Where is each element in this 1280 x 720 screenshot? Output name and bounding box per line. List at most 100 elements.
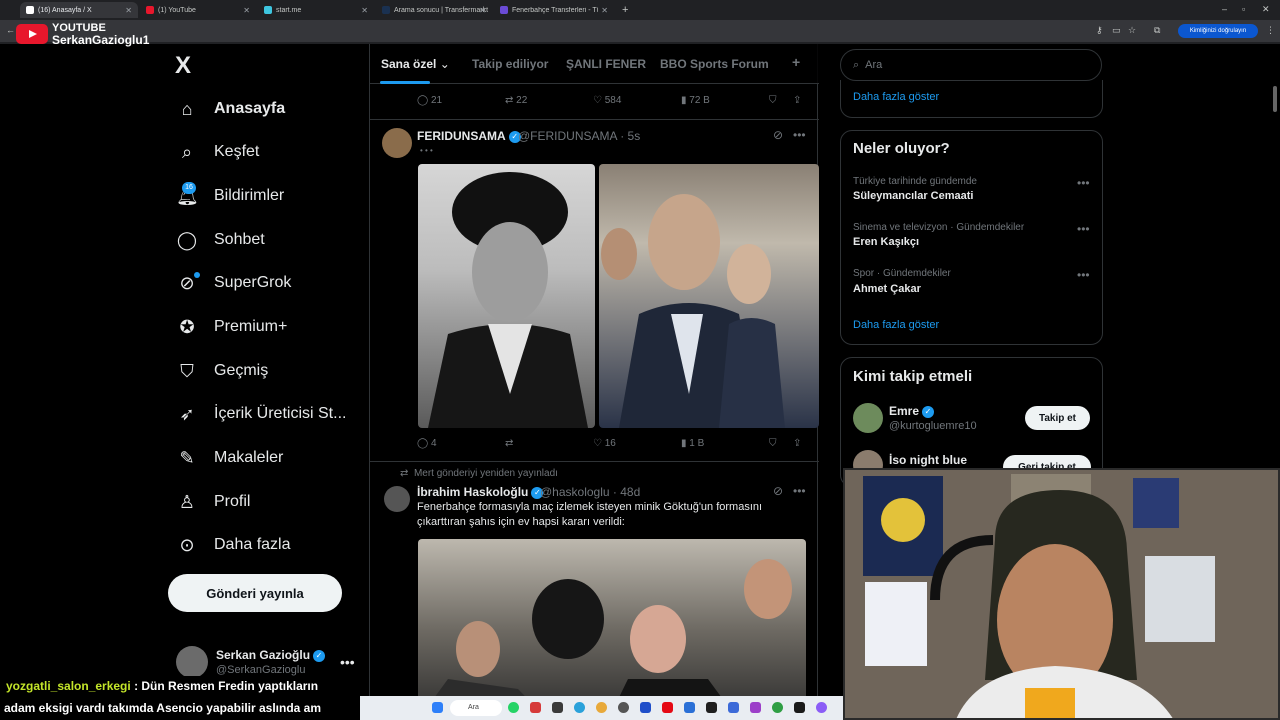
add-tab-button[interactable]: + [792,54,800,70]
close-icon[interactable]: ✕ [601,6,608,15]
sidebar-item-explore[interactable]: ⌕ Keşfet [176,137,259,167]
close-icon[interactable]: ✕ [361,6,368,15]
app-icon[interactable] [750,702,761,713]
more-icon[interactable]: ••• [793,128,806,142]
sidebar-item-supergrok[interactable]: ⊘ SuperGrok [176,268,291,298]
trend-name[interactable]: Süleymancılar Cemaati [853,190,973,202]
app-icon[interactable] [618,702,629,713]
new-tab-button[interactable]: + [616,2,630,18]
avatar[interactable] [384,486,410,512]
post-image[interactable] [599,164,819,428]
search-input[interactable]: ⌕ Ara [840,49,1102,81]
minimize-icon[interactable]: – [1222,4,1227,14]
share-icon[interactable]: ⇪ [793,95,801,106]
post-author-handle[interactable]: @haskologlu · 48d [540,485,640,499]
more-icon[interactable]: ••• [793,484,806,498]
post-author-name[interactable]: İbrahim Haskoloğlu ✓ [417,485,544,499]
trend-name[interactable]: Ahmet Çakar [853,283,921,295]
chrome-icon[interactable] [772,702,783,713]
post-author-name[interactable]: FERIDUNSAMA ✓ [417,129,521,143]
post-button[interactable]: Gönderi yayınla [168,574,342,612]
close-icon[interactable]: ✕ [125,6,132,15]
maximize-icon[interactable]: ▫ [1242,4,1245,14]
x-logo-icon[interactable]: X [175,52,191,80]
key-icon[interactable]: ⚷ [1096,25,1103,36]
transfermarkt-favicon-icon [382,6,390,14]
menu-icon[interactable]: ⋮ [1266,25,1275,36]
follow-button[interactable]: Takip et [1025,406,1090,430]
reply-button[interactable]: ◯ 21 [417,95,442,106]
more-icon[interactable]: ••• [1077,268,1090,282]
grok-icon[interactable]: ⊘ [773,484,783,498]
cast-icon[interactable]: ▭ [1112,25,1121,36]
back-icon[interactable]: ← [6,25,15,35]
browser-tab-x[interactable]: (16) Anasayfa / X ✕ [20,2,138,18]
tab-sanli-fener[interactable]: ŞANLI FENER [566,57,646,71]
follow-user-name[interactable]: Emre ✓ [889,404,935,418]
sidebar-item-more[interactable]: ⊙ Daha fazla [176,530,290,560]
app-icon[interactable] [552,702,563,713]
avatar[interactable] [176,646,208,678]
account-menu-icon[interactable]: ••• [340,654,355,670]
tab-bbo-sports[interactable]: BBO Sports Forum [660,57,769,71]
tab-for-you[interactable]: Sana özel ⌄ [381,57,450,71]
netflix-icon[interactable] [662,702,673,713]
browser-tab-transfermarkt[interactable]: Arama sonucu | Transfermarkt ✕ [376,2,492,18]
repost-label[interactable]: Mert gönderiyi yeniden yayınladı [414,468,558,479]
chrome-icon[interactable] [596,702,607,713]
sidebar-item-creator-studio[interactable]: ➶ İçerik Üreticisi St... [176,399,346,429]
browser-tab-fenerbahce[interactable]: Fenerbahçe Transferleri - Tüm S... ✕ [494,2,614,18]
browser-tab-youtube[interactable]: (1) YouTube ✕ [140,2,256,18]
star-icon[interactable]: ☆ [1128,25,1136,36]
post-author-handle[interactable]: @FERIDUNSAMA · 5s [518,129,640,143]
repost-button[interactable]: ⇄ [505,438,513,449]
post-image[interactable] [418,164,595,428]
like-button[interactable]: ♡ 584 [593,95,621,106]
browser-tab-startme[interactable]: start.me ✕ [258,2,374,18]
whatsapp-icon[interactable] [508,702,519,713]
who-to-follow-title: Kimi takip etmeli [853,368,973,385]
sidebar-item-bookmarks[interactable]: ⛉ Geçmiş [176,356,268,386]
sidebar-item-chat[interactable]: ◯ Sohbet [176,225,265,255]
views-button[interactable]: ▮ 1 B [681,438,704,449]
avatar[interactable] [853,403,883,433]
verify-identity-chip[interactable]: Kimliğinizi doğrulayın [1178,24,1258,38]
app-icon[interactable] [816,702,827,713]
app-icon[interactable] [706,702,717,713]
scrollbar[interactable] [1273,86,1277,112]
post-image[interactable] [418,539,806,720]
more-icon[interactable]: ••• [1077,222,1090,236]
views-button[interactable]: ▮ 72 B [681,95,710,106]
trend-name[interactable]: Eren Kaşıkçı [853,236,919,248]
like-button[interactable]: ♡ 16 [593,438,616,449]
premium-icon: ✪ [179,316,195,337]
close-icon[interactable]: ✕ [243,6,250,15]
taskbar-search[interactable]: Ara [450,700,502,716]
grok-icon[interactable]: ⊘ [773,128,783,142]
bookmark-icon[interactable]: ⛉ [769,438,777,449]
reply-button[interactable]: ◯ 4 [417,438,437,449]
bookmark-icon[interactable]: ⛉ [769,95,777,106]
show-more-link[interactable]: Daha fazla göster [853,319,939,331]
window-close-icon[interactable]: ✕ [1262,4,1270,15]
app-icon[interactable] [640,702,651,713]
share-icon[interactable]: ⇪ [793,438,801,449]
tab-following[interactable]: Takip ediliyor [472,57,548,71]
avatar[interactable] [382,128,412,158]
close-icon[interactable]: ✕ [479,6,486,15]
sidebar-item-articles[interactable]: ✎ Makaleler [176,443,283,473]
app-icon[interactable] [684,702,695,713]
app-icon[interactable] [728,702,739,713]
repost-button[interactable]: ⇄ 22 [505,95,527,106]
show-more-link[interactable]: Daha fazla göster [853,91,939,103]
more-icon[interactable]: ••• [1077,176,1090,190]
extensions-icon[interactable]: ⧉ [1154,25,1160,36]
sidebar-item-home[interactable]: ⌂ Anasayfa [176,94,286,124]
app-icon[interactable] [794,702,805,713]
sidebar-item-premium[interactable]: ✪ Premium+ [176,312,287,342]
sidebar-item-profile[interactable]: ♙ Profil [176,487,251,517]
app-icon[interactable] [530,702,541,713]
windows-start-icon[interactable] [432,702,443,713]
telegram-icon[interactable] [574,702,585,713]
follow-user-name[interactable]: İso night blue [889,453,967,467]
